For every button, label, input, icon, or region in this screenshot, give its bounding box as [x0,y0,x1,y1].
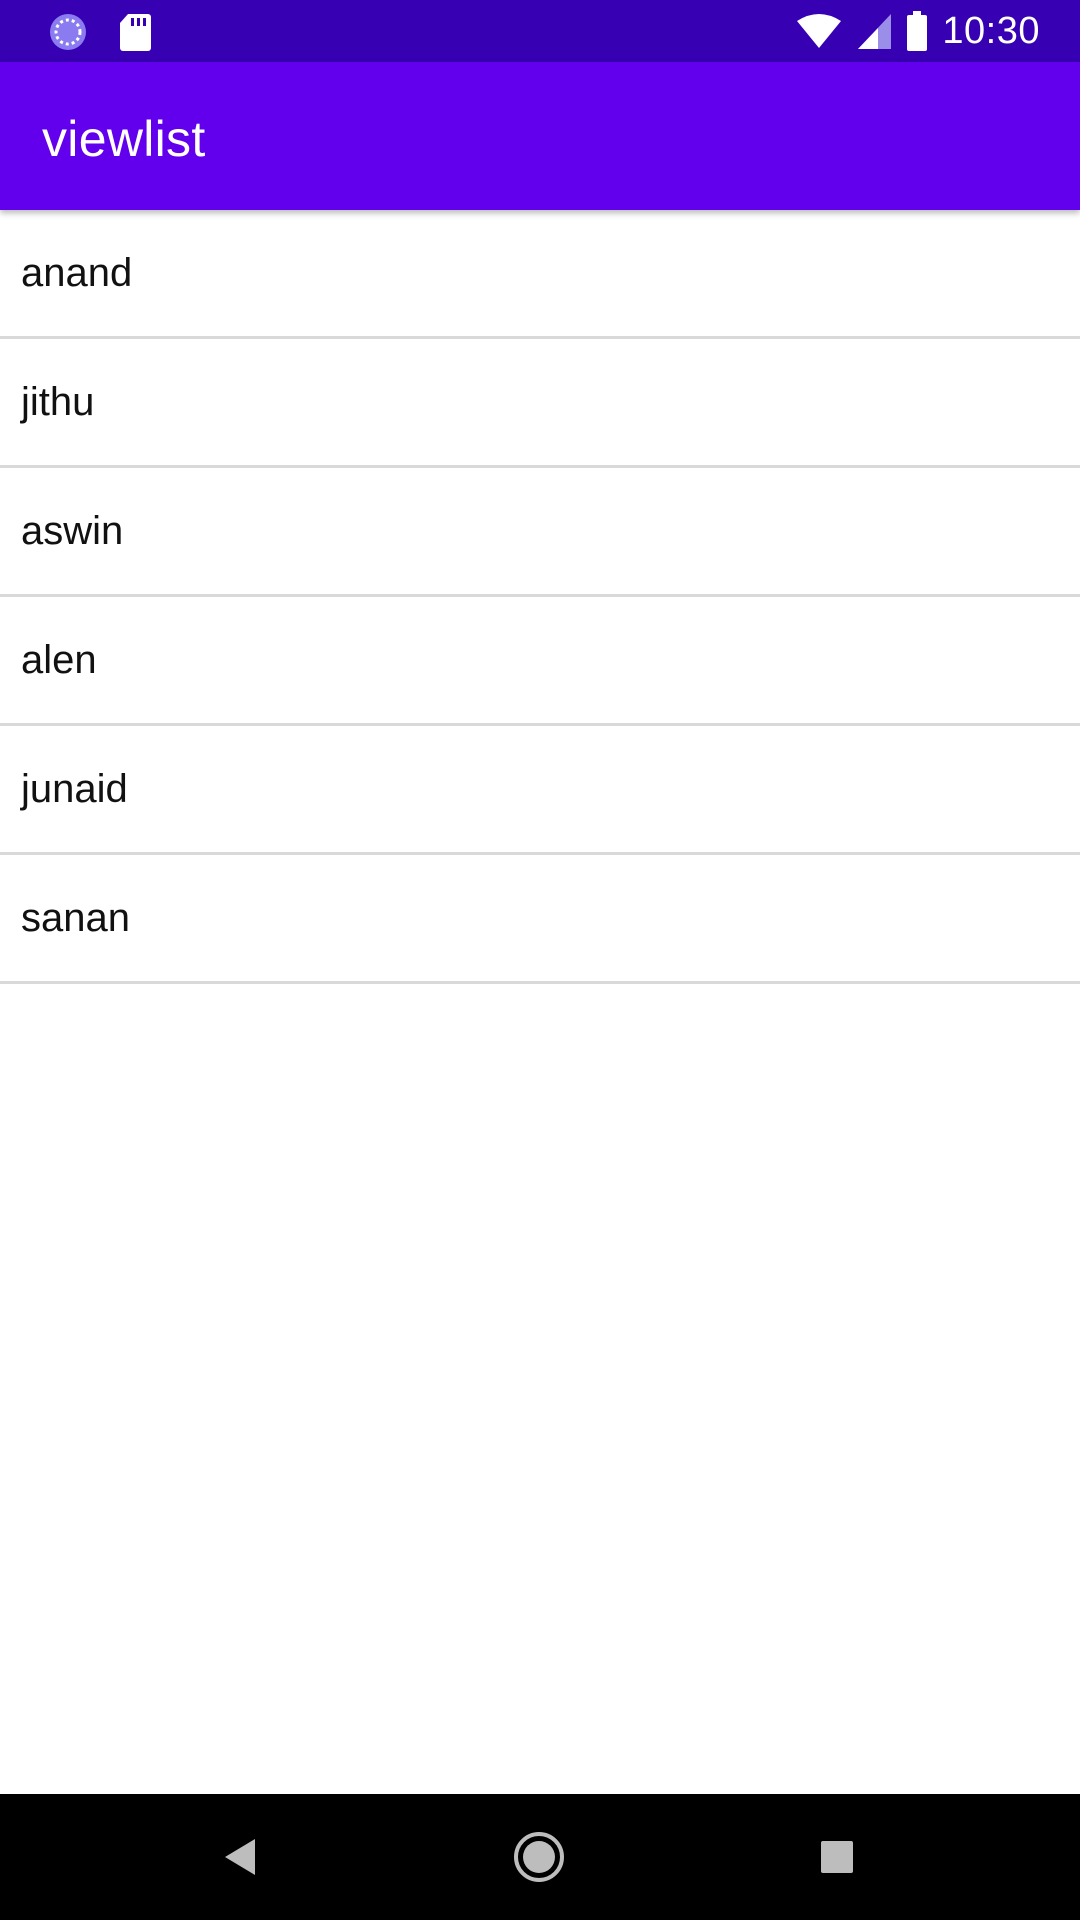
list-item[interactable]: aswin [0,468,1080,597]
list-item-label: junaid [21,766,128,811]
list-item-label: sanan [21,895,130,940]
wifi-icon [796,13,842,49]
sd-card-icon [118,12,152,52]
list-item-label: alen [21,637,97,682]
back-icon [223,1837,257,1877]
list-item-label: aswin [21,508,124,553]
screen: 10:30 viewlist anand jithu aswin alen ju… [0,0,1080,1920]
list-item[interactable]: junaid [0,726,1080,855]
recents-button[interactable] [804,1824,870,1890]
status-bar: 10:30 [0,0,1080,62]
home-icon [512,1830,566,1884]
list-item-label: jithu [21,379,95,424]
list-item[interactable]: sanan [0,855,1080,984]
app-title: viewlist [42,111,206,167]
home-button[interactable] [506,1824,572,1890]
status-time: 10:30 [942,9,1040,52]
recents-icon [820,1840,854,1874]
name-list[interactable]: anand jithu aswin alen junaid sanan [0,210,1080,984]
list-item[interactable]: jithu [0,339,1080,468]
back-button[interactable] [207,1824,273,1890]
status-right-icons: 10:30 [796,0,1040,62]
navigation-bar [0,1794,1080,1920]
cell-signal-icon [856,12,892,50]
battery-icon [906,11,928,51]
list-item[interactable]: anand [0,210,1080,339]
status-left-icons [48,12,152,52]
sync-icon [48,12,88,52]
list-item-label: anand [21,250,133,295]
list-item[interactable]: alen [0,597,1080,726]
app-bar: viewlist [0,62,1080,210]
